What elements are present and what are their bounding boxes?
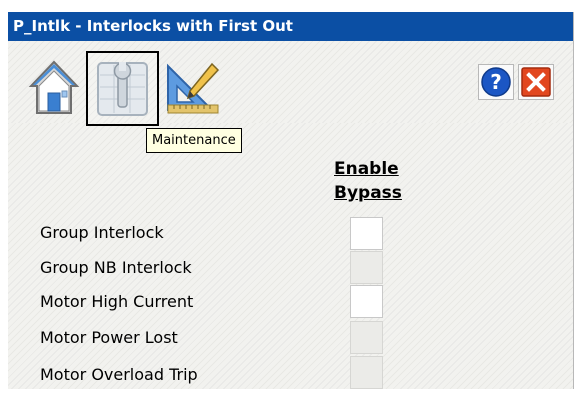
- bypass-checkbox-motor-power-lost: [350, 321, 383, 354]
- row-label-group-interlock: Group Interlock: [40, 223, 164, 242]
- bypass-checkbox-motor-overload-trip: [350, 356, 383, 389]
- row-label-motor-power-lost: Motor Power Lost: [40, 328, 178, 347]
- help-button[interactable]: ?: [478, 64, 514, 100]
- close-button[interactable]: [518, 64, 554, 100]
- row-label-motor-high-current: Motor High Current: [40, 292, 194, 311]
- home-button[interactable]: [28, 58, 80, 116]
- home-icon: [28, 60, 80, 114]
- bypass-checkbox-group-interlock[interactable]: [350, 217, 383, 250]
- row-label-group-nb-interlock: Group NB Interlock: [40, 258, 192, 277]
- maintenance-icon: [97, 62, 148, 116]
- header-line-1: Enable: [334, 159, 399, 179]
- svg-text:?: ?: [490, 70, 502, 94]
- close-icon: [521, 67, 551, 97]
- help-icon: ?: [481, 67, 511, 97]
- window-border: [573, 12, 574, 399]
- maintenance-tooltip: Maintenance: [146, 128, 242, 153]
- engineering-button[interactable]: [164, 58, 222, 116]
- faceplate-window: P_Intlk - Interlocks with First Out ? Ma…: [0, 0, 579, 399]
- engineering-icon: [167, 62, 220, 114]
- torn-edge: [0, 389, 579, 399]
- bypass-checkbox-motor-high-current[interactable]: [350, 285, 383, 318]
- header-line-2: Bypass: [334, 183, 402, 203]
- enable-bypass-header: Enable Bypass: [334, 157, 444, 205]
- row-label-motor-overload-trip: Motor Overload Trip: [40, 365, 198, 384]
- maintenance-button[interactable]: [86, 51, 159, 126]
- bypass-checkbox-group-nb-interlock: [350, 251, 383, 284]
- window-title: P_Intlk - Interlocks with First Out: [8, 12, 574, 41]
